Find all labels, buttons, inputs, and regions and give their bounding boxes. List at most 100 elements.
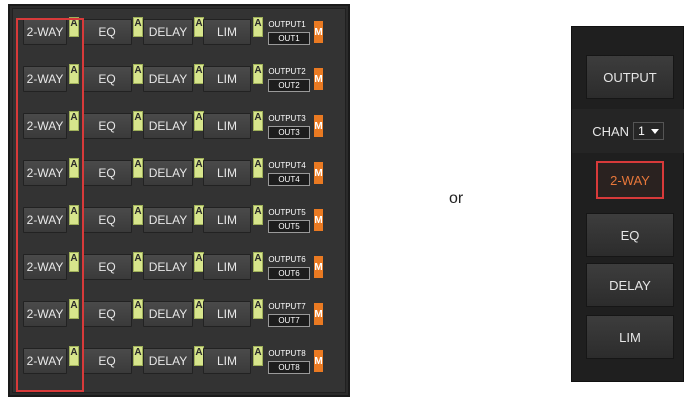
a-indicator[interactable]: A (253, 205, 263, 225)
output-short-label: OUT4 (268, 173, 310, 186)
output-short-label: OUT2 (268, 79, 310, 92)
output-name-box[interactable]: OUTPUT5 OUT5 (264, 207, 312, 233)
twoway-button[interactable]: 2-WAY (23, 254, 67, 280)
chevron-down-icon (650, 128, 659, 134)
a-indicator[interactable]: A (253, 299, 263, 319)
eq-button[interactable]: EQ (82, 301, 132, 327)
delay-button[interactable]: DELAY (143, 19, 193, 45)
output-name: OUTPUT6 (268, 255, 306, 264)
twoway-button[interactable]: 2-WAY (23, 160, 67, 186)
output-name: OUTPUT5 (268, 208, 306, 217)
mute-indicator[interactable]: M (314, 350, 323, 372)
a-indicator[interactable]: A (69, 299, 79, 319)
a-indicator[interactable]: A (69, 346, 79, 366)
eq-button[interactable]: EQ (82, 19, 132, 45)
output-short-label: OUT8 (268, 361, 310, 374)
a-indicator[interactable]: A (133, 299, 143, 319)
mute-indicator[interactable]: M (314, 115, 323, 137)
a-indicator[interactable]: A (133, 205, 143, 225)
a-indicator[interactable]: A (133, 64, 143, 84)
delay-button[interactable]: DELAY (143, 207, 193, 233)
delay-button[interactable]: DELAY (586, 263, 674, 307)
output-row: 2-WAY A EQ A DELAY A LIM A OUTPUT1 OUT1 M (19, 17, 329, 47)
twoway-button[interactable]: 2-WAY (23, 348, 67, 374)
a-indicator[interactable]: A (69, 64, 79, 84)
output-name-box[interactable]: OUTPUT2 OUT2 (264, 66, 312, 92)
eq-button[interactable]: EQ (82, 66, 132, 92)
a-indicator[interactable]: A (69, 17, 79, 37)
output-name-box[interactable]: OUTPUT1 OUT1 (264, 19, 312, 45)
lim-button[interactable]: LIM (203, 254, 251, 280)
mute-indicator[interactable]: M (314, 21, 323, 43)
a-indicator[interactable]: A (253, 252, 263, 272)
channel-selector-row: CHAN 1 (572, 109, 684, 153)
channel-select-value: 1 (638, 124, 645, 138)
twoway-button[interactable]: 2-WAY (23, 207, 67, 233)
mute-indicator[interactable]: M (314, 68, 323, 90)
a-indicator[interactable]: A (133, 252, 143, 272)
a-indicator[interactable]: A (133, 346, 143, 366)
twoway-button-active[interactable]: 2-WAY (596, 161, 664, 199)
output-name-box[interactable]: OUTPUT8 OUT8 (264, 348, 312, 374)
a-indicator[interactable]: A (253, 111, 263, 131)
lim-button[interactable]: LIM (203, 301, 251, 327)
output-button[interactable]: OUTPUT (586, 55, 674, 99)
output-name: OUTPUT4 (268, 161, 306, 170)
twoway-button[interactable]: 2-WAY (23, 113, 67, 139)
mute-indicator[interactable]: M (314, 209, 323, 231)
output-name: OUTPUT3 (268, 114, 306, 123)
lim-button[interactable]: LIM (203, 66, 251, 92)
output-matrix-panel: 2-WAY A EQ A DELAY A LIM A OUTPUT1 OUT1 M 2-WAY A EQ A… (8, 4, 350, 397)
lim-button[interactable]: LIM (586, 315, 674, 359)
output-name: OUTPUT1 (268, 20, 306, 29)
output-row: 2-WAY A EQ A DELAY A LIM A OUTPUT4 OUT4 M (19, 158, 329, 188)
twoway-button[interactable]: 2-WAY (23, 19, 67, 45)
delay-button[interactable]: DELAY (143, 66, 193, 92)
output-name-box[interactable]: OUTPUT4 OUT4 (264, 160, 312, 186)
output-name-box[interactable]: OUTPUT3 OUT3 (264, 113, 312, 139)
eq-button[interactable]: EQ (82, 207, 132, 233)
output-name: OUTPUT8 (268, 349, 306, 358)
a-indicator[interactable]: A (253, 17, 263, 37)
output-row: 2-WAY A EQ A DELAY A LIM A OUTPUT6 OUT6 M (19, 252, 329, 282)
eq-button[interactable]: EQ (82, 160, 132, 186)
mute-indicator[interactable]: M (314, 256, 323, 278)
lim-button[interactable]: LIM (203, 113, 251, 139)
eq-button[interactable]: EQ (82, 348, 132, 374)
channel-select[interactable]: 1 (633, 122, 664, 140)
eq-button[interactable]: EQ (82, 113, 132, 139)
eq-button[interactable]: EQ (82, 254, 132, 280)
a-indicator[interactable]: A (253, 64, 263, 84)
lim-button[interactable]: LIM (203, 207, 251, 233)
twoway-button[interactable]: 2-WAY (23, 301, 67, 327)
lim-button[interactable]: LIM (203, 19, 251, 45)
output-name-box[interactable]: OUTPUT7 OUT7 (264, 301, 312, 327)
a-indicator[interactable]: A (253, 346, 263, 366)
a-indicator[interactable]: A (133, 158, 143, 178)
a-indicator[interactable]: A (69, 205, 79, 225)
output-short-label: OUT5 (268, 220, 310, 233)
a-indicator[interactable]: A (253, 158, 263, 178)
mute-indicator[interactable]: M (314, 303, 323, 325)
channel-panel: OUTPUT CHAN 1 2-WAY EQ DELAY LIM (571, 26, 684, 382)
delay-button[interactable]: DELAY (143, 160, 193, 186)
output-name-box[interactable]: OUTPUT6 OUT6 (264, 254, 312, 280)
or-text: or (449, 190, 464, 207)
lim-button[interactable]: LIM (203, 348, 251, 374)
delay-button[interactable]: DELAY (143, 113, 193, 139)
twoway-button[interactable]: 2-WAY (23, 66, 67, 92)
lim-button[interactable]: LIM (203, 160, 251, 186)
output-row: 2-WAY A EQ A DELAY A LIM A OUTPUT3 OUT3 M (19, 111, 329, 141)
a-indicator[interactable]: A (69, 252, 79, 272)
a-indicator[interactable]: A (69, 111, 79, 131)
delay-button[interactable]: DELAY (143, 348, 193, 374)
eq-button[interactable]: EQ (586, 213, 674, 257)
output-row: 2-WAY A EQ A DELAY A LIM A OUTPUT2 OUT2 M (19, 64, 329, 94)
delay-button[interactable]: DELAY (143, 301, 193, 327)
a-indicator[interactable]: A (133, 111, 143, 131)
delay-button[interactable]: DELAY (143, 254, 193, 280)
a-indicator[interactable]: A (133, 17, 143, 37)
mute-indicator[interactable]: M (314, 162, 323, 184)
a-indicator[interactable]: A (69, 158, 79, 178)
output-name: OUTPUT7 (268, 302, 306, 311)
